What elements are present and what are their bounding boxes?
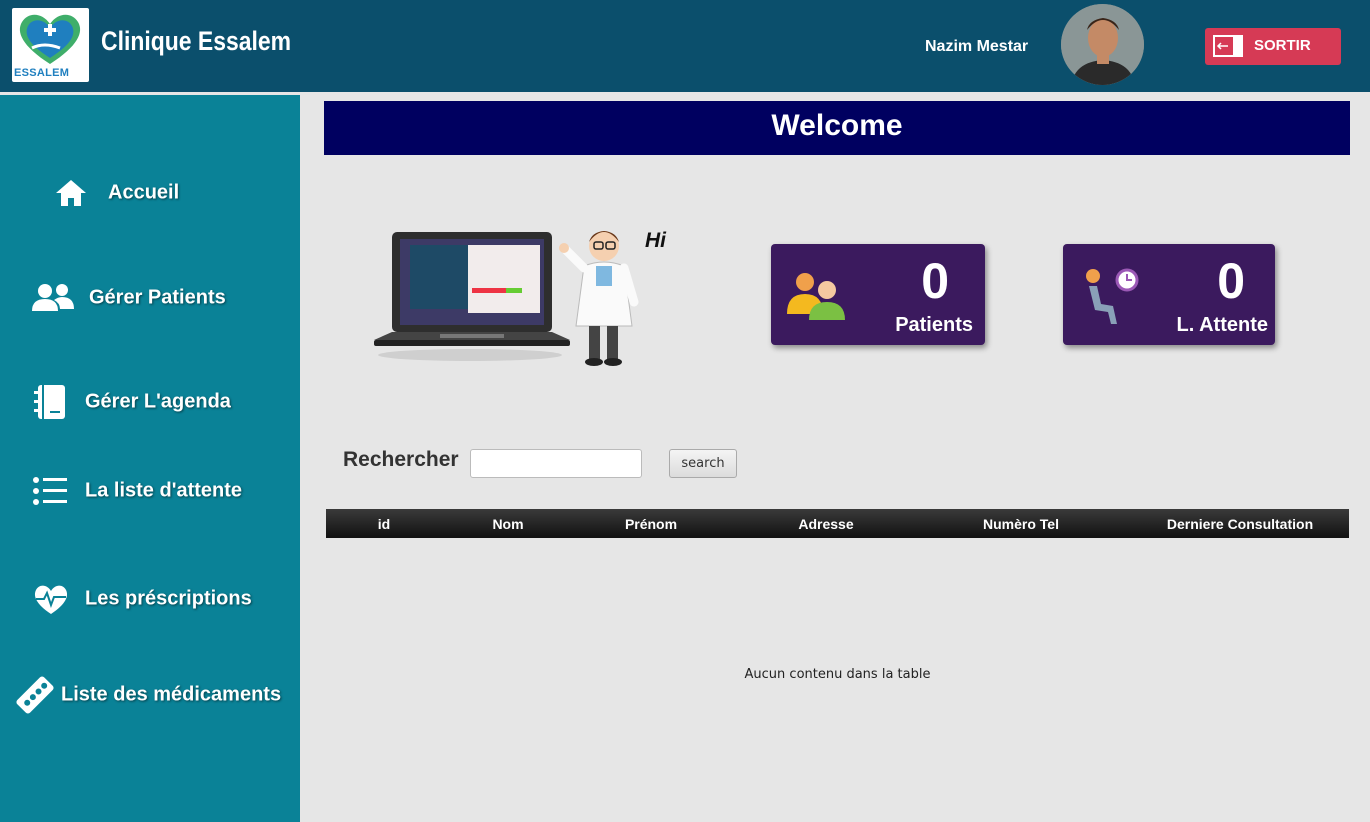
clinic-logo: ESSALEM (12, 8, 89, 82)
app-header: ESSALEM Clinique Essalem Nazim Mestar SO… (0, 0, 1370, 92)
column-header-numero-tel[interactable]: Numèro Tel (983, 516, 1059, 532)
doctor-laptop-illustration (374, 231, 639, 366)
sidebar-item-gerer-agenda[interactable]: Gérer L'agenda (0, 372, 300, 432)
column-header-adresse[interactable]: Adresse (798, 516, 853, 532)
hi-text: Hi (645, 229, 666, 252)
exit-icon (1213, 35, 1243, 57)
sortir-button[interactable]: SORTIR (1205, 28, 1341, 65)
sidebar-item-label: Accueil (108, 181, 180, 204)
sidebar-item-prescriptions[interactable]: Les préscriptions (0, 569, 300, 629)
list-icon (33, 477, 67, 505)
logo-text: ESSALEM (14, 67, 70, 79)
patients-icon (787, 273, 845, 320)
table-empty-message: Aucun contenu dans la table (744, 667, 931, 682)
sidebar-item-gerer-patients[interactable]: Gérer Patients (0, 268, 300, 328)
sidebar-item-label: Gérer Patients (89, 286, 226, 309)
user-name: Nazim Mestar (925, 38, 1029, 55)
app-title: Clinique Essalem (101, 26, 292, 56)
heart-logo-icon (19, 14, 81, 64)
search-input[interactable] (470, 449, 642, 478)
sidebar-item-label: La liste d'attente (85, 479, 243, 502)
avatar[interactable] (1061, 4, 1144, 85)
waiting-stat-card[interactable]: 0 L. Attente (1063, 244, 1275, 345)
home-icon (56, 180, 86, 206)
sidebar-item-medicaments[interactable]: Liste des médicaments (0, 665, 300, 725)
pills-icon (16, 676, 54, 714)
patients-label: Patients (895, 314, 973, 336)
search-button[interactable]: search (669, 449, 737, 478)
column-header-id[interactable]: id (378, 516, 390, 532)
heart-pulse-icon (34, 585, 68, 614)
sidebar-item-label: Gérer L'agenda (85, 390, 231, 413)
table-header: id Nom Prénom Adresse Numèro Tel Dernier… (326, 509, 1349, 538)
sidebar-item-label: Les préscriptions (85, 587, 252, 610)
search-label: Rechercher (343, 448, 459, 471)
welcome-title: Welcome (771, 109, 903, 142)
users-icon (32, 284, 74, 311)
waiting-icon (1086, 268, 1139, 324)
user-photo-icon (1061, 4, 1144, 85)
patients-stat-card[interactable]: 0 Patients (771, 244, 985, 345)
sidebar-item-accueil[interactable]: Accueil (0, 163, 300, 223)
notebook-icon (34, 385, 65, 419)
waiting-count: 0 (1217, 253, 1245, 309)
sidebar: Accueil Gérer Patients Gérer L'agenda La… (0, 95, 300, 822)
column-header-nom[interactable]: Nom (492, 516, 523, 532)
welcome-banner: Welcome (324, 101, 1350, 155)
patients-count: 0 (921, 253, 949, 309)
column-header-derniere-consultation[interactable]: Derniere Consultation (1167, 516, 1313, 532)
sortir-label: SORTIR (1254, 37, 1311, 54)
column-header-prenom[interactable]: Prénom (625, 516, 677, 532)
waiting-label: L. Attente (1176, 314, 1268, 336)
sidebar-item-label: Liste des médicaments (61, 683, 282, 706)
sidebar-item-liste-attente[interactable]: La liste d'attente (0, 461, 300, 521)
